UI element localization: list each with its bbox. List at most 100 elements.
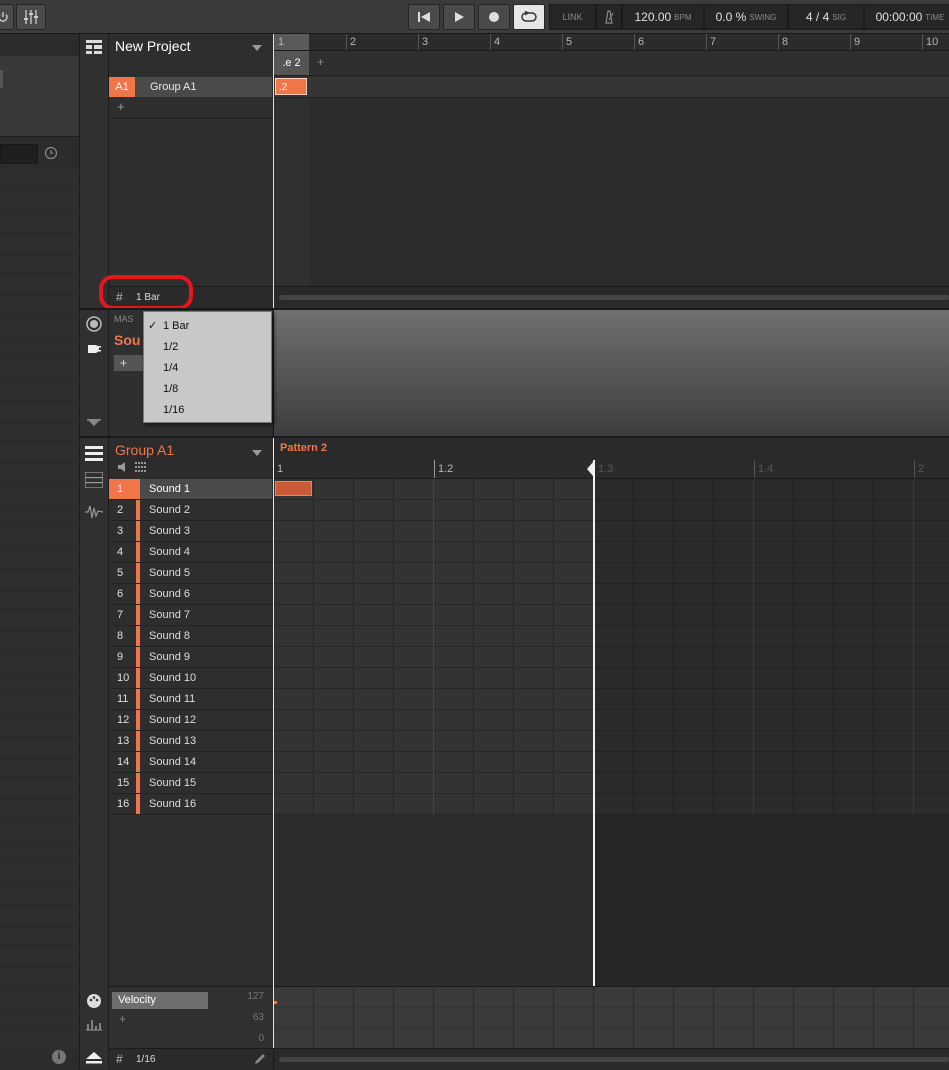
bar-number: 5 [562,34,572,50]
group-header: Group A1 [109,438,272,479]
sound-name: Sound 3 [149,525,190,537]
pattern-name[interactable]: Pattern 2 [280,442,327,454]
grid-option-half[interactable]: 1/2 [163,341,178,353]
tempo-unit: BPM [674,12,692,22]
sound-row[interactable]: 12 Sound 12 [109,710,272,731]
project-title[interactable]: New Project [115,38,190,54]
sound-tab-label[interactable]: Sou [114,332,140,348]
eject-icon[interactable] [86,1052,102,1067]
modulation-icon[interactable] [86,1018,102,1035]
signature-display[interactable]: 4 / 4 SIG [788,4,864,30]
group-title[interactable]: Group A1 [115,442,174,458]
speaker-icon[interactable] [118,462,129,475]
group-row-a1[interactable]: A1 Group A1 [109,77,272,97]
bar-number: 10 [922,34,938,50]
sound-row[interactable]: 2 Sound 2 [109,500,272,521]
chevron-down-icon[interactable] [252,447,262,459]
sound-row[interactable]: 4 Sound 4 [109,542,272,563]
ruler-label: 2 [914,460,924,478]
add-group-button[interactable]: + [117,99,125,114]
grid-option-1-bar[interactable]: 1 Bar [163,320,189,332]
knob-icon[interactable] [86,316,102,335]
power-icon[interactable] [0,4,14,30]
link-button[interactable]: LINK [549,4,596,30]
info-icon[interactable]: i [52,1050,66,1064]
velocity-lane[interactable] [274,986,949,1049]
mixer-icon[interactable] [16,4,46,30]
sound-name: Sound 5 [149,567,190,579]
arranger-ruler[interactable]: 1 2 3 4 5 6 7 8 9 10 [274,34,949,51]
add-plugin-button[interactable]: + [114,355,144,371]
velocity-parameter-select[interactable]: Velocity [112,992,208,1009]
rewind-button[interactable] [408,4,440,30]
sound-row[interactable]: 8 Sound 8 [109,626,272,647]
group-name: Group A1 [150,81,197,93]
bar-number: 7 [706,34,716,50]
signature-value: 4 / 4 [805,10,830,24]
tempo-display[interactable]: 120.00 BPM [622,4,704,30]
beat-line [433,479,434,815]
plug-icon[interactable] [86,342,102,359]
add-automation-button[interactable]: + [119,1012,126,1026]
add-section-button[interactable]: + [317,55,324,69]
ruler-label: 1.2 [434,460,453,478]
browser-search-input[interactable] [0,144,38,164]
sound-row[interactable]: 10 Sound 10 [109,668,272,689]
record-button[interactable] [478,4,510,30]
sound-number: 4 [117,546,124,558]
bar-number: 6 [634,34,644,50]
arranger-scrollbar[interactable] [279,295,949,300]
sound-name: Sound 1 [149,483,190,495]
keyboard-view-icon[interactable] [84,471,104,491]
pattern-scrollbar[interactable] [279,1057,949,1062]
beat-line [753,479,754,815]
arranger-view-icon[interactable] [86,40,102,57]
list-view-icon[interactable] [85,446,103,465]
velocity-knob-icon[interactable] [86,993,102,1012]
velocity-bar[interactable] [274,1001,277,1004]
time-display[interactable]: 00:00:00 TIME [864,4,949,30]
grid-option-quarter[interactable]: 1/4 [163,362,178,374]
sound-number: 10 [117,672,130,684]
swing-display[interactable]: 0.0 % SWING [704,4,788,30]
sound-row[interactable]: 3 Sound 3 [109,521,272,542]
section-tab[interactable]: .e 2 [274,51,309,75]
pattern-clip[interactable]: .2 [275,78,307,95]
sound-row[interactable]: 7 Sound 7 [109,605,272,626]
loop-button[interactable] [513,4,545,30]
clock-icon[interactable] [44,146,58,163]
sound-row[interactable]: 1 Sound 1 [109,479,272,500]
step-grid-active[interactable] [274,479,594,815]
step-grid-inactive[interactable] [594,479,949,815]
pattern-empty-area-inactive [594,815,949,986]
browser-list[interactable] [0,170,79,1050]
bar-number: 1 [274,34,284,50]
play-button[interactable] [443,4,475,30]
step-grid-button[interactable]: 1/16 [136,1054,155,1065]
waveform-icon[interactable] [85,504,104,523]
pattern-ruler[interactable]: 1 1.2 1.3 1.4 2 [274,460,949,479]
metronome-icon[interactable] [596,4,622,30]
sound-row[interactable]: 13 Sound 13 [109,731,272,752]
arranger-scroll-area [274,286,949,308]
master-label[interactable]: MAS [114,314,134,324]
sound-row[interactable]: 5 Sound 5 [109,563,272,584]
note-event[interactable] [275,481,312,496]
pad-grid-icon[interactable] [135,462,146,475]
sound-row[interactable]: 11 Sound 11 [109,689,272,710]
sound-row[interactable]: 16 Sound 16 [109,794,272,815]
expand-down-icon[interactable] [87,418,101,430]
arranger-timeline: 1 2 3 4 5 6 7 8 9 10 .e 2 + .2 [273,34,949,308]
sound-number: 9 [117,651,124,663]
sound-number: 6 [117,588,124,600]
pencil-icon[interactable] [254,1053,266,1068]
sound-row[interactable]: 9 Sound 9 [109,647,272,668]
grid-option-sixteenth[interactable]: 1/16 [163,404,184,416]
sound-row[interactable]: 14 Sound 14 [109,752,272,773]
sound-row[interactable]: 15 Sound 15 [109,773,272,794]
chevron-down-icon[interactable] [252,42,262,54]
ruler-label: 1.4 [754,460,773,478]
sound-row[interactable]: 6 Sound 6 [109,584,272,605]
grid-option-eighth[interactable]: 1/8 [163,383,178,395]
sound-name: Sound 12 [149,714,197,726]
